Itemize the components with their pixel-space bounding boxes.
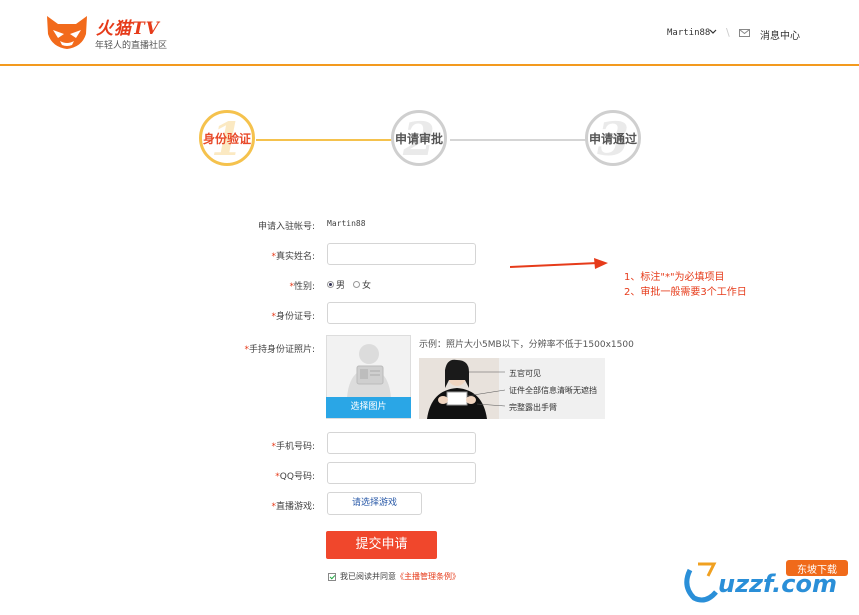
mail-icon[interactable] bbox=[739, 28, 750, 38]
annotation-arrow-icon bbox=[510, 258, 608, 269]
account-value: Martin88 bbox=[327, 219, 366, 228]
step-identity-verify: 1 身份验证 bbox=[199, 110, 255, 166]
photo-example-text: 示例：照片大小5MB以下，分辨率不低于1500x1500 bbox=[419, 340, 634, 350]
top-header: 火猫TV 年轻人的直播社区 Martin88 \ 消息中心 bbox=[0, 0, 859, 66]
real-name-input[interactable] bbox=[327, 243, 476, 265]
gender-female-radio[interactable] bbox=[353, 281, 360, 288]
id-number-label-text: 身份证号: bbox=[275, 312, 315, 322]
user-menu[interactable]: Martin88 bbox=[667, 28, 710, 38]
step-connector-1 bbox=[256, 139, 394, 141]
select-game-button[interactable]: 请选择游戏 bbox=[327, 492, 422, 515]
step-label: 申请审批 bbox=[394, 132, 443, 146]
account-label: 申请入驻帐号: bbox=[257, 222, 315, 232]
watermark-badge: 东坡下载 bbox=[797, 565, 837, 576]
id-photo-label: *手持身份证照片: bbox=[229, 342, 315, 355]
fox-logo-icon[interactable] bbox=[44, 14, 90, 50]
brand-title[interactable]: 火猫TV bbox=[96, 14, 160, 39]
gender-female-label[interactable]: 女 bbox=[362, 278, 371, 291]
step-label: 身份验证 bbox=[202, 132, 251, 146]
qq-input[interactable] bbox=[327, 462, 476, 484]
qq-label: *QQ号码: bbox=[229, 469, 315, 482]
step-application-approved: 3 申请通过 bbox=[585, 110, 641, 166]
game-label: *直播游戏: bbox=[229, 499, 315, 512]
gender-male-label[interactable]: 男 bbox=[336, 278, 345, 291]
qq-label-text: QQ号码: bbox=[279, 472, 315, 482]
phone-input[interactable] bbox=[327, 432, 476, 454]
annotation-note-review-time: 2、审批一般需要3个工作日 bbox=[624, 287, 747, 298]
annotation-note-required: 1、标注"*"为必填项目 bbox=[624, 272, 725, 283]
phone-label: *手机号码: bbox=[229, 439, 315, 452]
header-separator: \ bbox=[726, 26, 730, 39]
message-center-link[interactable]: 消息中心 bbox=[760, 27, 800, 42]
agree-checkbox[interactable] bbox=[328, 573, 336, 581]
agree-label: 我已阅读并同意 bbox=[340, 572, 396, 581]
id-number-input[interactable] bbox=[327, 302, 476, 324]
gender-male-radio[interactable] bbox=[327, 281, 334, 288]
agree-text: 我已阅读并同意《主播管理条例》 bbox=[340, 571, 460, 582]
example-note-arm: 完整露出手臂 bbox=[509, 403, 557, 412]
example-photo: 五官可见 证件全部信息清晰无遮挡 完整露出手臂 bbox=[419, 358, 605, 419]
step-application-review: 2 申请审批 bbox=[391, 110, 447, 166]
phone-label-text: 手机号码: bbox=[275, 442, 315, 452]
brand-subtitle: 年轻人的直播社区 bbox=[95, 41, 168, 51]
step-label: 申请通过 bbox=[588, 132, 637, 146]
site-watermark: uzzf.com 东坡下载 bbox=[678, 556, 854, 606]
step-connector-2 bbox=[450, 139, 588, 141]
name-label-text: 真实姓名: bbox=[275, 252, 315, 262]
id-number-label: *身份证号: bbox=[229, 309, 315, 322]
choose-image-button[interactable]: 选择图片 bbox=[326, 397, 411, 418]
streamer-rules-link[interactable]: 《主播管理条例》 bbox=[396, 572, 460, 581]
game-label-text: 直播游戏: bbox=[275, 502, 315, 512]
example-note-card: 证件全部信息清晰无遮挡 bbox=[509, 386, 597, 395]
id-photo-label-text: 手持身份证照片: bbox=[248, 345, 315, 355]
submit-application-button[interactable]: 提交申请 bbox=[326, 531, 437, 559]
gender-label-text: 性别: bbox=[293, 282, 315, 292]
chevron-down-icon[interactable] bbox=[709, 27, 717, 37]
id-card-placeholder-icon bbox=[347, 344, 391, 398]
example-note-face: 五官可见 bbox=[509, 369, 541, 378]
name-label: *真实姓名: bbox=[229, 249, 315, 262]
gender-label: *性别: bbox=[229, 279, 315, 292]
